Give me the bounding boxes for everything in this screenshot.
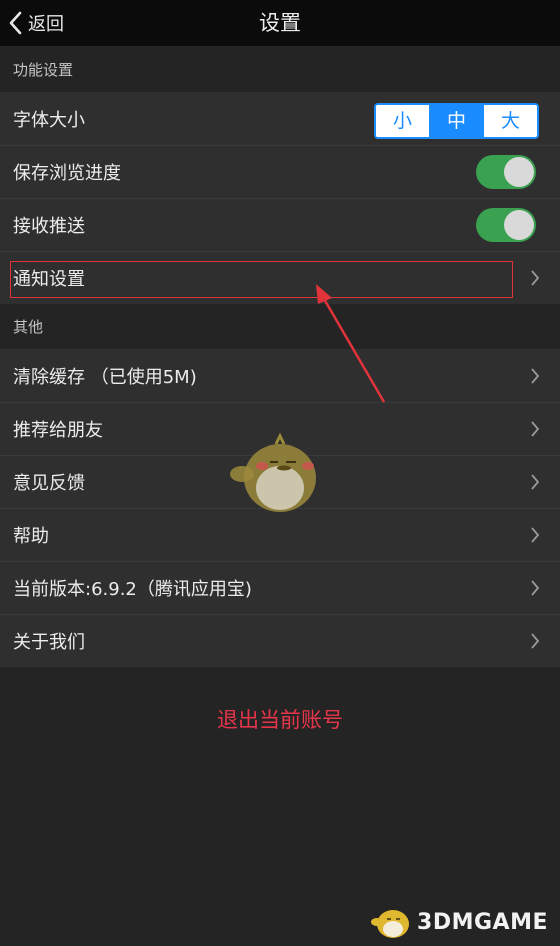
section-header-others: 其他 (13, 318, 44, 336)
save-progress-toggle[interactable] (476, 155, 536, 189)
back-chevron-icon (8, 11, 22, 35)
section-header-functions: 功能设置 (13, 61, 74, 79)
chevron-right-icon (531, 270, 540, 286)
back-button[interactable]: 返回 (8, 0, 64, 46)
chevron-right-icon (531, 633, 540, 649)
version-row[interactable]: 当前版本:6.9.2（腾讯应用宝) (0, 561, 560, 614)
receive-push-toggle[interactable] (476, 208, 536, 242)
watermark-text: 3DMGAME (417, 909, 548, 935)
recommend-label: 推荐给朋友 (13, 420, 103, 441)
receive-push-row: 接收推送 (0, 198, 560, 251)
function-settings-group: 字体大小 小 中 大 保存浏览进度 接收推送 通知设置 (0, 92, 560, 304)
font-size-row: 字体大小 小 中 大 (0, 92, 560, 145)
annotation-arrow-icon (316, 284, 386, 403)
toggle-knob (504, 210, 534, 240)
chevron-right-icon (531, 474, 540, 490)
chevron-right-icon (531, 421, 540, 437)
chevron-right-icon (531, 580, 540, 596)
settings-page: 返回 设置 功能设置 字体大小 小 中 大 保存浏览进度 接收推送 通知设置 其… (0, 0, 560, 946)
watermark: 3DMGAME (369, 904, 548, 940)
navigation-bar: 返回 设置 (0, 0, 560, 46)
page-title: 设置 (259, 11, 301, 35)
toggle-knob (504, 157, 534, 187)
receive-push-label: 接收推送 (13, 216, 85, 237)
back-label: 返回 (28, 14, 64, 35)
font-size-segmented-control: 小 中 大 (374, 102, 539, 139)
mascot-bird-icon (230, 432, 316, 512)
save-progress-row: 保存浏览进度 (0, 145, 560, 198)
logout-button[interactable]: 退出当前账号 (0, 702, 560, 738)
version-label: 当前版本:6.9.2（腾讯应用宝) (13, 579, 252, 600)
font-size-label: 字体大小 (13, 109, 85, 131)
feedback-label: 意见反馈 (13, 473, 85, 494)
font-size-option-small[interactable]: 小 (376, 104, 429, 137)
chevron-right-icon (531, 527, 540, 543)
watermark-mascot-icon (371, 910, 410, 938)
font-size-option-large[interactable]: 大 (483, 104, 537, 137)
notification-settings-label: 通知设置 (13, 269, 85, 290)
about-label: 关于我们 (13, 632, 85, 653)
font-size-option-medium[interactable]: 中 (429, 104, 483, 137)
clear-cache-row[interactable]: 清除缓存 （已使用5M) (0, 349, 560, 402)
chevron-right-icon (531, 367, 540, 384)
notification-settings-row[interactable]: 通知设置 (0, 251, 560, 304)
save-progress-label: 保存浏览进度 (13, 163, 121, 184)
help-label: 帮助 (13, 526, 49, 547)
clear-cache-label: 清除缓存 （已使用5M) (13, 366, 197, 388)
about-row[interactable]: 关于我们 (0, 614, 560, 667)
